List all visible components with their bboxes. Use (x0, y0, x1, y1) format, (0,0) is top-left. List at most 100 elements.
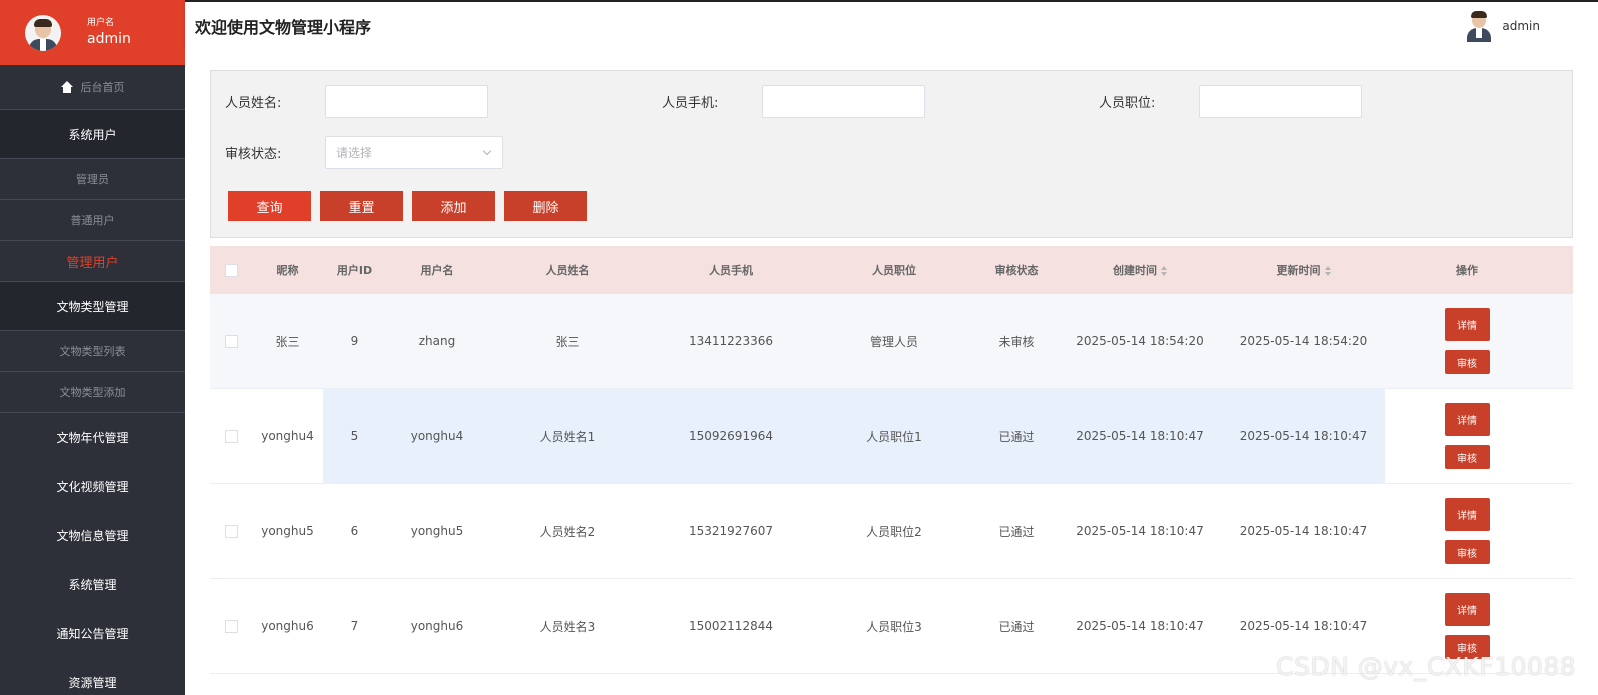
status-label: 审核状态: (225, 147, 282, 162)
sidebar-item-system-users[interactable]: 系统用户 (0, 110, 185, 159)
cell-updated: 2025-05-14 18:10:47 (1239, 429, 1368, 443)
sidebar-item-label: 文物年代管理 (56, 431, 129, 445)
status-placeholder: 请选择 (336, 146, 373, 160)
cell-phone: 15092691964 (689, 429, 773, 443)
detail-button[interactable]: 详情 (1444, 403, 1490, 436)
delete-button[interactable]: 删除 (504, 191, 587, 221)
add-button[interactable]: 添加 (412, 191, 495, 221)
watermark: CSDN @vx_CXKF10088 (1276, 652, 1577, 681)
cell-actions: 详情 审核 (1387, 498, 1547, 564)
sidebar-user-label: 用户名 (87, 18, 115, 28)
sidebar-item-admins[interactable]: 管理员 (0, 159, 185, 200)
header-phone: 人员手机 (709, 264, 753, 277)
sidebar-item-label: 文物信息管理 (56, 529, 129, 543)
cell-user-id: 9 (350, 334, 359, 348)
sidebar-item-label: 文物类型添加 (59, 386, 126, 399)
sidebar-item-relic-type-list[interactable]: 文物类型列表 (0, 331, 185, 372)
position-input[interactable] (1199, 85, 1362, 118)
sidebar-item-label: 文物类型管理 (56, 299, 129, 314)
sort-icon (1324, 266, 1331, 276)
name-field-group: 人员姓名: (225, 85, 488, 118)
avatar (25, 14, 61, 51)
sidebar-header: 用户名 admin (0, 0, 185, 65)
audit-button[interactable]: 审核 (1444, 445, 1490, 469)
audit-button[interactable]: 审核 (1444, 350, 1490, 374)
cell-username: yonghu4 (410, 429, 464, 443)
sidebar-item-relic-era[interactable]: 文物年代管理 (0, 413, 185, 462)
cell-status: 已通过 (998, 524, 1035, 539)
user-table: 昵称 用户ID 用户名 人员姓名 人员手机 人员职位 审核状态 创建时间 更新时… (210, 246, 1573, 674)
header-nickname: 昵称 (276, 264, 299, 277)
main-content: 人员姓名: 人员手机: 人员职位: 审核状态: 请选择 查询 重置 添加 删除 (185, 48, 1598, 695)
sidebar-item-system-manage[interactable]: 系统管理 (0, 560, 185, 609)
cell-username: yonghu5 (410, 524, 464, 538)
detail-button[interactable]: 详情 (1444, 308, 1490, 341)
sidebar-item-notice[interactable]: 通知公告管理 (0, 609, 185, 658)
sidebar-item-home[interactable]: 后台首页 (0, 65, 185, 110)
cell-nickname: 张三 (275, 334, 300, 349)
sidebar-item-normal-users[interactable]: 普通用户 (0, 200, 185, 241)
header-created[interactable]: 创建时间 (1060, 262, 1220, 278)
header-name: 人员姓名 (545, 264, 590, 277)
cell-nickname: yonghu6 (261, 619, 314, 633)
position-label: 人员职位: (1099, 96, 1156, 111)
row-select-cell (210, 334, 252, 348)
row-checkbox[interactable] (224, 334, 238, 348)
sidebar-item-label: 系统用户 (68, 127, 117, 142)
status-select[interactable]: 请选择 (325, 136, 503, 169)
table-row: 张三 9 zhang 张三 13411223366 管理人员 未审核 2025-… (210, 294, 1573, 389)
cell-phone: 13411223366 (689, 334, 773, 348)
cell-nickname: yonghu5 (261, 524, 314, 538)
detail-button[interactable]: 详情 (1444, 593, 1490, 626)
sidebar-item-label: 管理用户 (66, 255, 119, 271)
chevron-down-icon (482, 146, 492, 155)
row-select-cell (210, 429, 252, 443)
cell-user-id: 7 (350, 619, 359, 633)
cell-username: yonghu6 (410, 619, 464, 633)
sidebar-item-relic-types[interactable]: 文物类型管理 (0, 282, 185, 331)
cell-phone: 15321927607 (689, 524, 773, 538)
cell-created: 2025-05-14 18:10:47 (1076, 619, 1204, 633)
sidebar-item-relic-type-add[interactable]: 文物类型添加 (0, 372, 185, 413)
phone-input[interactable] (762, 85, 925, 118)
cell-name: 人员姓名3 (539, 619, 596, 634)
cell-status: 已通过 (998, 429, 1035, 444)
table-row: yonghu4 5 yonghu4 人员姓名1 15092691964 人员职位… (210, 389, 1573, 484)
row-checkbox[interactable] (224, 619, 238, 633)
sidebar-item-label: 文物类型列表 (59, 345, 126, 358)
sidebar-item-label: 通知公告管理 (56, 627, 129, 641)
name-label: 人员姓名: (225, 96, 282, 111)
header-updated[interactable]: 更新时间 (1220, 262, 1387, 278)
position-field-group: 人员职位: (1099, 85, 1362, 118)
cell-name: 人员姓名1 (539, 429, 596, 444)
header-created-label: 创建时间 (1113, 264, 1157, 277)
cell-phone: 15002112844 (689, 619, 773, 633)
detail-button[interactable]: 详情 (1444, 498, 1490, 531)
select-all-checkbox[interactable] (224, 263, 238, 277)
header-status: 审核状态 (994, 264, 1039, 277)
header-actions: 操作 (1456, 264, 1478, 277)
sidebar-item-label: 普通用户 (70, 214, 115, 227)
sidebar-item-label: 后台首页 (80, 81, 125, 94)
sidebar-item-label: 管理员 (76, 173, 109, 186)
reset-button[interactable]: 重置 (320, 191, 403, 221)
sidebar-item-relic-info[interactable]: 文物信息管理 (0, 511, 185, 560)
sidebar-item-resources[interactable]: 资源管理 (0, 658, 185, 695)
header-updated-label: 更新时间 (1276, 264, 1321, 277)
cell-updated: 2025-05-14 18:10:47 (1239, 524, 1368, 538)
page-title: 欢迎使用文物管理小程序 (195, 18, 372, 37)
cell-position: 人员职位3 (866, 619, 922, 634)
row-select-cell (210, 524, 252, 538)
header-position: 人员职位 (872, 264, 916, 277)
sidebar-item-culture-video[interactable]: 文化视频管理 (0, 462, 185, 511)
name-input[interactable] (325, 85, 488, 118)
topbar-user[interactable]: admin (1466, 10, 1540, 42)
sidebar-user-name: admin (87, 31, 131, 47)
status-field-group: 审核状态: 请选择 (225, 136, 503, 169)
sidebar-item-manage-users[interactable]: 管理用户 (0, 241, 185, 282)
audit-button[interactable]: 审核 (1444, 540, 1490, 564)
query-button[interactable]: 查询 (228, 191, 311, 221)
cell-actions: 详情 审核 (1387, 308, 1547, 374)
row-checkbox[interactable] (224, 524, 238, 538)
row-checkbox[interactable] (224, 429, 238, 443)
